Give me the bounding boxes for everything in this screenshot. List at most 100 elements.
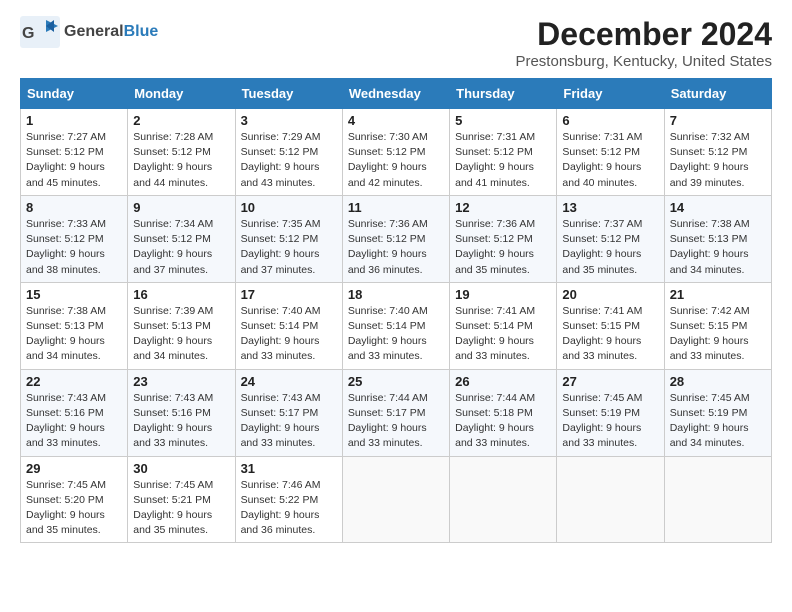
calendar-cell: 26 Sunrise: 7:44 AMSunset: 5:18 PMDaylig… xyxy=(450,369,557,456)
cell-day-number: 2 xyxy=(133,113,229,128)
cell-info: Sunrise: 7:44 AMSunset: 5:17 PMDaylight:… xyxy=(348,392,428,450)
cell-day-number: 10 xyxy=(241,200,337,215)
calendar-header-wednesday: Wednesday xyxy=(342,79,449,109)
cell-info: Sunrise: 7:45 AMSunset: 5:20 PMDaylight:… xyxy=(26,479,106,537)
cell-day-number: 21 xyxy=(670,287,766,302)
calendar-cell: 24 Sunrise: 7:43 AMSunset: 5:17 PMDaylig… xyxy=(235,369,342,456)
cell-info: Sunrise: 7:36 AMSunset: 5:12 PMDaylight:… xyxy=(348,218,428,276)
calendar-cell: 4 Sunrise: 7:30 AMSunset: 5:12 PMDayligh… xyxy=(342,109,449,196)
calendar-header-row: SundayMondayTuesdayWednesdayThursdayFrid… xyxy=(21,79,772,109)
calendar-cell: 17 Sunrise: 7:40 AMSunset: 5:14 PMDaylig… xyxy=(235,282,342,369)
logo-blue: Blue xyxy=(124,23,159,40)
cell-info: Sunrise: 7:39 AMSunset: 5:13 PMDaylight:… xyxy=(133,305,213,363)
cell-info: Sunrise: 7:40 AMSunset: 5:14 PMDaylight:… xyxy=(348,305,428,363)
calendar-cell: 28 Sunrise: 7:45 AMSunset: 5:19 PMDaylig… xyxy=(664,369,771,456)
cell-info: Sunrise: 7:35 AMSunset: 5:12 PMDaylight:… xyxy=(241,218,321,276)
cell-day-number: 4 xyxy=(348,113,444,128)
calendar-cell: 3 Sunrise: 7:29 AMSunset: 5:12 PMDayligh… xyxy=(235,109,342,196)
cell-day-number: 30 xyxy=(133,461,229,476)
cell-info: Sunrise: 7:29 AMSunset: 5:12 PMDaylight:… xyxy=(241,131,321,189)
cell-info: Sunrise: 7:31 AMSunset: 5:12 PMDaylight:… xyxy=(455,131,535,189)
cell-day-number: 7 xyxy=(670,113,766,128)
cell-info: Sunrise: 7:41 AMSunset: 5:15 PMDaylight:… xyxy=(562,305,642,363)
calendar-cell: 2 Sunrise: 7:28 AMSunset: 5:12 PMDayligh… xyxy=(128,109,235,196)
cell-info: Sunrise: 7:38 AMSunset: 5:13 PMDaylight:… xyxy=(26,305,106,363)
cell-info: Sunrise: 7:30 AMSunset: 5:12 PMDaylight:… xyxy=(348,131,428,189)
cell-day-number: 16 xyxy=(133,287,229,302)
cell-info: Sunrise: 7:45 AMSunset: 5:19 PMDaylight:… xyxy=(562,392,642,450)
cell-info: Sunrise: 7:34 AMSunset: 5:12 PMDaylight:… xyxy=(133,218,213,276)
cell-day-number: 26 xyxy=(455,374,551,389)
cell-day-number: 31 xyxy=(241,461,337,476)
calendar-cell: 31 Sunrise: 7:46 AMSunset: 5:22 PMDaylig… xyxy=(235,456,342,543)
cell-info: Sunrise: 7:45 AMSunset: 5:21 PMDaylight:… xyxy=(133,479,213,537)
cell-day-number: 27 xyxy=(562,374,658,389)
calendar-cell xyxy=(450,456,557,543)
calendar-table: SundayMondayTuesdayWednesdayThursdayFrid… xyxy=(20,78,772,543)
calendar-cell: 22 Sunrise: 7:43 AMSunset: 5:16 PMDaylig… xyxy=(21,369,128,456)
calendar-week-row: 22 Sunrise: 7:43 AMSunset: 5:16 PMDaylig… xyxy=(21,369,772,456)
cell-info: Sunrise: 7:43 AMSunset: 5:16 PMDaylight:… xyxy=(26,392,106,450)
calendar-cell xyxy=(664,456,771,543)
calendar-header-friday: Friday xyxy=(557,79,664,109)
cell-day-number: 24 xyxy=(241,374,337,389)
cell-info: Sunrise: 7:46 AMSunset: 5:22 PMDaylight:… xyxy=(241,479,321,537)
cell-day-number: 5 xyxy=(455,113,551,128)
cell-day-number: 12 xyxy=(455,200,551,215)
calendar-cell: 7 Sunrise: 7:32 AMSunset: 5:12 PMDayligh… xyxy=(664,109,771,196)
calendar-cell: 8 Sunrise: 7:33 AMSunset: 5:12 PMDayligh… xyxy=(21,195,128,282)
calendar-cell xyxy=(557,456,664,543)
cell-day-number: 28 xyxy=(670,374,766,389)
cell-day-number: 11 xyxy=(348,200,444,215)
cell-day-number: 23 xyxy=(133,374,229,389)
cell-day-number: 18 xyxy=(348,287,444,302)
cell-day-number: 8 xyxy=(26,200,122,215)
cell-day-number: 25 xyxy=(348,374,444,389)
cell-day-number: 29 xyxy=(26,461,122,476)
logo-icon: G xyxy=(20,16,60,48)
calendar-cell: 30 Sunrise: 7:45 AMSunset: 5:21 PMDaylig… xyxy=(128,456,235,543)
calendar-cell: 5 Sunrise: 7:31 AMSunset: 5:12 PMDayligh… xyxy=(450,109,557,196)
cell-day-number: 1 xyxy=(26,113,122,128)
calendar-week-row: 15 Sunrise: 7:38 AMSunset: 5:13 PMDaylig… xyxy=(21,282,772,369)
calendar-cell: 18 Sunrise: 7:40 AMSunset: 5:14 PMDaylig… xyxy=(342,282,449,369)
cell-info: Sunrise: 7:33 AMSunset: 5:12 PMDaylight:… xyxy=(26,218,106,276)
location-title: Prestonsburg, Kentucky, United States xyxy=(515,53,772,70)
calendar-week-row: 8 Sunrise: 7:33 AMSunset: 5:12 PMDayligh… xyxy=(21,195,772,282)
cell-day-number: 19 xyxy=(455,287,551,302)
cell-day-number: 22 xyxy=(26,374,122,389)
calendar-header-tuesday: Tuesday xyxy=(235,79,342,109)
calendar-cell: 11 Sunrise: 7:36 AMSunset: 5:12 PMDaylig… xyxy=(342,195,449,282)
cell-info: Sunrise: 7:45 AMSunset: 5:19 PMDaylight:… xyxy=(670,392,750,450)
cell-info: Sunrise: 7:31 AMSunset: 5:12 PMDaylight:… xyxy=(562,131,642,189)
cell-info: Sunrise: 7:43 AMSunset: 5:17 PMDaylight:… xyxy=(241,392,321,450)
calendar-header-monday: Monday xyxy=(128,79,235,109)
logo: G GeneralBlue xyxy=(20,16,158,48)
cell-info: Sunrise: 7:43 AMSunset: 5:16 PMDaylight:… xyxy=(133,392,213,450)
calendar-cell: 1 Sunrise: 7:27 AMSunset: 5:12 PMDayligh… xyxy=(21,109,128,196)
calendar-header-saturday: Saturday xyxy=(664,79,771,109)
calendar-cell: 23 Sunrise: 7:43 AMSunset: 5:16 PMDaylig… xyxy=(128,369,235,456)
month-title: December 2024 xyxy=(515,16,772,53)
calendar-cell: 12 Sunrise: 7:36 AMSunset: 5:12 PMDaylig… xyxy=(450,195,557,282)
cell-info: Sunrise: 7:44 AMSunset: 5:18 PMDaylight:… xyxy=(455,392,535,450)
calendar-cell: 29 Sunrise: 7:45 AMSunset: 5:20 PMDaylig… xyxy=(21,456,128,543)
calendar-week-row: 1 Sunrise: 7:27 AMSunset: 5:12 PMDayligh… xyxy=(21,109,772,196)
cell-info: Sunrise: 7:28 AMSunset: 5:12 PMDaylight:… xyxy=(133,131,213,189)
cell-day-number: 9 xyxy=(133,200,229,215)
cell-day-number: 17 xyxy=(241,287,337,302)
calendar-header-sunday: Sunday xyxy=(21,79,128,109)
title-area: December 2024 Prestonsburg, Kentucky, Un… xyxy=(515,16,772,70)
cell-day-number: 6 xyxy=(562,113,658,128)
calendar-cell: 27 Sunrise: 7:45 AMSunset: 5:19 PMDaylig… xyxy=(557,369,664,456)
cell-info: Sunrise: 7:27 AMSunset: 5:12 PMDaylight:… xyxy=(26,131,106,189)
calendar-cell: 16 Sunrise: 7:39 AMSunset: 5:13 PMDaylig… xyxy=(128,282,235,369)
cell-day-number: 20 xyxy=(562,287,658,302)
cell-info: Sunrise: 7:36 AMSunset: 5:12 PMDaylight:… xyxy=(455,218,535,276)
cell-info: Sunrise: 7:40 AMSunset: 5:14 PMDaylight:… xyxy=(241,305,321,363)
header: G GeneralBlue December 2024 Prestonsburg… xyxy=(20,16,772,70)
calendar-cell: 15 Sunrise: 7:38 AMSunset: 5:13 PMDaylig… xyxy=(21,282,128,369)
cell-info: Sunrise: 7:42 AMSunset: 5:15 PMDaylight:… xyxy=(670,305,750,363)
calendar-cell: 25 Sunrise: 7:44 AMSunset: 5:17 PMDaylig… xyxy=(342,369,449,456)
calendar-cell: 6 Sunrise: 7:31 AMSunset: 5:12 PMDayligh… xyxy=(557,109,664,196)
